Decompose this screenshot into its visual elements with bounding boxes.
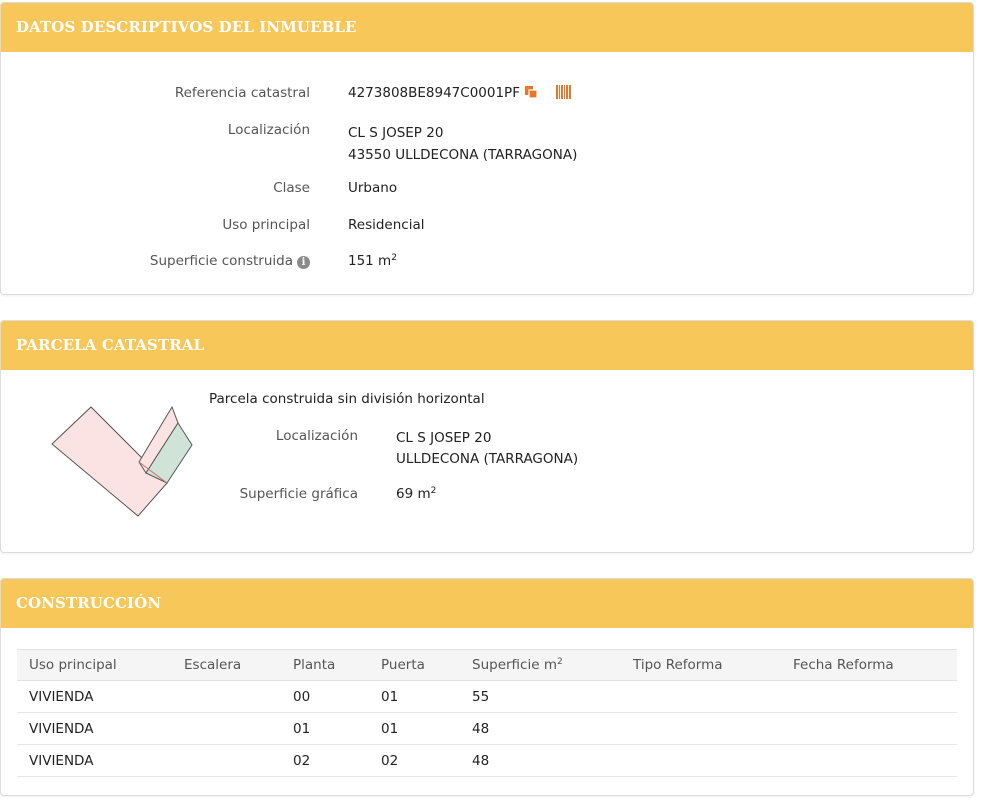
cell-tipo-reforma <box>621 744 781 777</box>
construccion-panel: CONSTRUCCIÓN Uso principal Escalera Plan… <box>0 578 974 796</box>
copy-icon[interactable] <box>524 85 538 103</box>
cell-planta: 01 <box>281 712 369 745</box>
localizacion-label: Localización <box>227 122 310 138</box>
barcode-icon[interactable] <box>555 85 571 103</box>
col-planta: Planta <box>281 649 369 681</box>
clase-label: Clase <box>273 180 310 196</box>
referencia-catastral-label: Referencia catastral <box>174 85 310 101</box>
table-row: VIVIENDA 01 01 48 <box>17 712 957 745</box>
col-puerta: Puerta <box>369 649 460 681</box>
cell-puerta: 01 <box>369 680 460 713</box>
uso-principal-value: Residencial <box>348 217 425 233</box>
info-icon[interactable]: i <box>297 256 310 269</box>
uso-principal-label: Uso principal <box>222 217 310 233</box>
cell-escalera <box>172 712 281 745</box>
cell-superficie: 55 <box>460 680 621 713</box>
superficie-construida-number: 151 m <box>348 253 392 269</box>
cell-escalera <box>172 680 281 713</box>
superficie-construida-exponent: 2 <box>391 253 397 263</box>
clase-value: Urbano <box>348 180 398 196</box>
col-tipo-reforma: Tipo Reforma <box>621 649 781 681</box>
parcela-subtitle: Parcela construida sin división horizont… <box>209 391 485 407</box>
superficie-construida-value: 151 m2 <box>348 253 397 269</box>
cell-puerta: 02 <box>369 744 460 777</box>
col-fecha-reforma: Fecha Reforma <box>781 649 957 681</box>
cell-superficie: 48 <box>460 744 621 777</box>
datos-descriptivos-panel: DATOS DESCRIPTIVOS DEL INMUEBLE Referenc… <box>0 2 974 295</box>
col-uso-principal: Uso principal <box>17 649 172 681</box>
cell-tipo-reforma <box>621 680 781 713</box>
cell-fecha-reforma <box>781 712 957 745</box>
superficie-grafica-value: 69 m2 <box>396 486 436 502</box>
localizacion-line1: CL S JOSEP 20 <box>348 125 444 141</box>
construccion-header: CONSTRUCCIÓN <box>1 579 973 628</box>
cell-fecha-reforma <box>781 680 957 713</box>
cell-uso: VIVIENDA <box>17 744 172 777</box>
cell-planta: 02 <box>281 744 369 777</box>
cell-planta: 00 <box>281 680 369 713</box>
superficie-construida-label-group: Superficie construida i <box>150 253 310 269</box>
parcela-localizacion-value: CL S JOSEP 20 ULLDECONA (TARRAGONA) <box>396 428 578 470</box>
parcela-localizacion-label: Localización <box>275 428 358 444</box>
cell-escalera <box>172 744 281 777</box>
referencia-catastral-value: 4273808BE8947C0001PF <box>348 85 520 101</box>
cell-puerta: 01 <box>369 712 460 745</box>
superficie-grafica-number: 69 m <box>396 486 431 502</box>
superficie-grafica-label: Superficie gráfica <box>239 486 358 502</box>
table-row: VIVIENDA 02 02 48 <box>17 744 957 777</box>
parcela-localizacion-line2: ULLDECONA (TARRAGONA) <box>396 451 579 467</box>
construccion-table: Uso principal Escalera Planta Puerta Sup… <box>17 649 957 777</box>
parcela-catastral-panel: PARCELA CATASTRAL Parcela construida sin… <box>0 320 974 553</box>
cell-tipo-reforma <box>621 712 781 745</box>
localizacion-line2: 43550 ULLDECONA (TARRAGONA) <box>348 147 578 163</box>
superficie-construida-label: Superficie construida <box>149 253 293 269</box>
cell-superficie: 48 <box>460 712 621 745</box>
superficie-grafica-exponent: 2 <box>430 486 437 496</box>
cell-fecha-reforma <box>781 744 957 777</box>
col-superficie-exponent: 2 <box>556 657 563 667</box>
datos-descriptivos-header: DATOS DESCRIPTIVOS DEL INMUEBLE <box>1 3 973 52</box>
parcela-catastral-header: PARCELA CATASTRAL <box>1 321 973 370</box>
parcel-map[interactable] <box>46 401 201 521</box>
table-header-row: Uso principal Escalera Planta Puerta Sup… <box>17 649 957 681</box>
referencia-catastral-value-group: 4273808BE8947C0001PF <box>348 85 571 103</box>
col-escalera: Escalera <box>172 649 281 681</box>
table-row: VIVIENDA 00 01 55 <box>17 680 957 713</box>
cell-uso: VIVIENDA <box>17 680 172 713</box>
col-superficie-label: Superficie m <box>472 657 557 673</box>
parcela-localizacion-line1: CL S JOSEP 20 <box>396 430 492 446</box>
cell-uso: VIVIENDA <box>17 712 172 745</box>
localizacion-value: CL S JOSEP 20 43550 ULLDECONA (TARRAGONA… <box>348 122 577 166</box>
col-superficie: Superficie m2 <box>460 649 621 681</box>
